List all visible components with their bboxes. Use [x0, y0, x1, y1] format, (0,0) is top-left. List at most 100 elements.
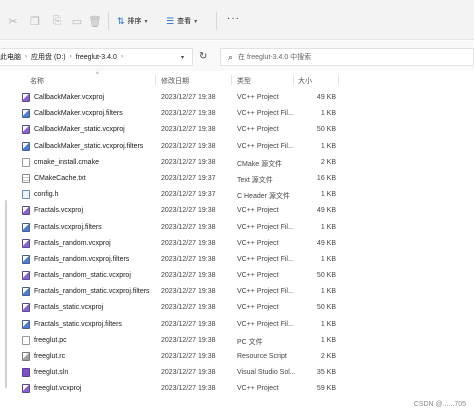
file-row[interactable]: Fractals.vcxproj.filters 2023/12/27 19:38…	[0, 220, 474, 236]
file-name: freeglut.vcxproj	[34, 385, 82, 393]
filters-file-icon	[22, 254, 30, 264]
file-type: CMake 源文件	[237, 160, 283, 168]
file-date: 2023/12/27 19:38	[161, 239, 216, 247]
search-input[interactable]: 在 freeglut-3.4.0 中搜索	[238, 52, 311, 62]
file-name: CallbackMaker.vcxproj.filters	[34, 110, 123, 118]
file-date: 2023/12/27 19:38	[161, 369, 216, 377]
file-date: 2023/12/27 19:38	[161, 304, 216, 312]
file-date: 2023/12/27 19:37	[161, 174, 216, 182]
file-row[interactable]: config.h 2023/12/27 19:37 C Header 源文件 1 KB	[0, 187, 474, 203]
file-name: freeglut.sln	[34, 369, 69, 377]
toolbar-divider	[216, 12, 217, 30]
file-row[interactable]: Fractals_static.vcxproj.filters 2023/12/2…	[0, 317, 474, 333]
file-row[interactable]: freeglut.pc 2023/12/27 19:38 PC 文件 1 KB	[0, 333, 474, 349]
column-divider[interactable]	[338, 75, 339, 85]
watermark-text: CSDN @......705	[413, 401, 466, 408]
column-header-type[interactable]: 类型	[237, 76, 251, 86]
file-size: 1 KB	[320, 255, 336, 263]
paste-icon[interactable]: ⎘	[50, 14, 64, 28]
breadcrumb-item-this-pc[interactable]: 此电脑	[0, 52, 21, 62]
delete-icon[interactable]: 🗑	[88, 14, 102, 28]
cut-icon[interactable]: ✂	[6, 14, 20, 28]
file-type: PC 文件	[237, 338, 263, 346]
file-size: 49 KB	[316, 94, 336, 101]
column-divider[interactable]	[293, 75, 294, 85]
view-button[interactable]: ☰ 查看 ▾	[166, 13, 197, 29]
file-row[interactable]: CallbackMaker.vcxproj.filters 2023/12/27 …	[0, 106, 474, 122]
file-row[interactable]: Fractals_random.vcxproj.filters 2023/12/2…	[0, 252, 474, 268]
sort-button[interactable]: ⇅ 排序 ▾	[117, 13, 148, 29]
file-size: 35 KB	[316, 369, 336, 377]
file-row[interactable]: Fractals.vcxproj 2023/12/27 19:38 VC++ Pro…	[0, 203, 474, 219]
resource-script-icon	[22, 352, 30, 361]
view-icon: ☰	[166, 15, 175, 26]
file-type: Resource Script	[237, 353, 287, 360]
file-type: VC++ Project Fil...	[237, 223, 294, 231]
file-row[interactable]: Fractals_random_static.vcxproj 2023/12/27…	[0, 268, 474, 284]
chevron-right-icon: ›	[120, 54, 123, 60]
file-name: CallbackMaker_static.vcxproj	[34, 126, 125, 134]
column-header-name[interactable]: 名称	[30, 76, 44, 86]
file-type: VC++ Project	[237, 239, 279, 247]
column-divider[interactable]	[155, 75, 156, 85]
copy-icon[interactable]: ❐	[28, 14, 42, 28]
file-type: VC++ Project	[237, 385, 279, 393]
file-size: 50 KB	[316, 126, 336, 134]
file-date: 2023/12/27 19:38	[161, 158, 216, 166]
file-row[interactable]: Fractals_random_static.vcxproj.filters 20…	[0, 284, 474, 300]
file-type: VC++ Project Fil...	[237, 142, 294, 150]
sort-label: 排序	[127, 18, 142, 25]
file-date: 2023/12/27 19:38	[161, 142, 216, 150]
file-row[interactable]: CMakeCache.txt 2023/12/27 19:37 Text 源文件 16…	[0, 171, 474, 187]
column-header-row: ^ 名称 修改日期 类型 大小	[0, 72, 474, 88]
file-date: 2023/12/27 19:38	[161, 207, 216, 215]
file-type: VC++ Project Fil...	[237, 255, 294, 263]
file-size: 1 KB	[320, 191, 336, 199]
search-box[interactable]: ⌕ 在 freeglut-3.4.0 中搜索	[220, 48, 474, 66]
file-date: 2023/12/27 19:38	[161, 336, 216, 344]
view-label: 查看	[177, 18, 192, 25]
navigation-pane-scrollbar[interactable]	[5, 200, 7, 388]
file-type: Text 源文件	[237, 176, 273, 184]
rename-icon[interactable]: ▭	[70, 14, 84, 28]
more-options-button[interactable]: ···	[227, 13, 240, 24]
pc-file-icon	[22, 335, 30, 345]
file-row[interactable]: freeglut.rc 2023/12/27 19:38 Resource Scri…	[0, 349, 474, 365]
column-divider[interactable]	[231, 75, 232, 85]
file-row[interactable]: Fractals_static.vcxproj 2023/12/27 19:38 V…	[0, 300, 474, 316]
file-row[interactable]: freeglut.vcxproj 2023/12/27 19:38 VC++ Pro…	[0, 381, 474, 397]
toolbar-divider	[108, 12, 109, 30]
file-type: VC++ Project	[237, 94, 279, 101]
breadcrumb-item-drive[interactable]: 应用盘 (D:)	[31, 52, 66, 62]
file-row[interactable]: CallbackMaker.vcxproj 2023/12/27 19:38 VC+…	[0, 90, 474, 106]
file-name: CallbackMaker_static.vcxproj.filters	[34, 142, 144, 150]
file-name: Fractals.vcxproj	[34, 207, 84, 215]
file-name: freeglut.rc	[34, 353, 66, 360]
file-row[interactable]: CallbackMaker_static.vcxproj 2023/12/27 1…	[0, 122, 474, 138]
column-header-size[interactable]: 大小	[298, 76, 312, 86]
file-size: 1 KB	[320, 110, 336, 118]
file-size: 1 KB	[320, 288, 336, 296]
file-row[interactable]: cmake_install.cmake 2023/12/27 19:38 CMake…	[0, 155, 474, 171]
file-size: 1 KB	[320, 142, 336, 150]
file-type: Visual Studio Sol...	[237, 369, 296, 377]
breadcrumb-item-folder[interactable]: freeglut-3.4.0	[76, 54, 117, 61]
file-row[interactable]: Fractals_random.vcxproj 2023/12/27 19:38 V…	[0, 236, 474, 252]
filters-file-icon	[22, 287, 30, 297]
vcxproj-file-icon	[22, 303, 30, 313]
file-type: C Header 源文件	[237, 193, 290, 201]
file-date: 2023/12/27 19:38	[161, 385, 216, 393]
file-row[interactable]: CallbackMaker_static.vcxproj.filters 2023…	[0, 139, 474, 155]
file-name: Fractals_random.vcxproj.filters	[34, 255, 130, 263]
column-header-date[interactable]: 修改日期	[161, 76, 189, 86]
file-type: VC++ Project	[237, 126, 279, 134]
file-name: freeglut.pc	[34, 336, 67, 344]
cmake-file-icon	[22, 157, 30, 167]
breadcrumb[interactable]: 此电脑 › 应用盘 (D:) › freeglut-3.4.0 ›	[0, 48, 193, 66]
file-row[interactable]: freeglut.sln 2023/12/27 19:38 Visual Studi…	[0, 365, 474, 381]
refresh-icon[interactable]: ↻	[199, 51, 207, 62]
file-name: CMakeCache.txt	[34, 174, 86, 182]
address-dropdown-icon[interactable]: ▾	[181, 54, 184, 61]
file-date: 2023/12/27 19:38	[161, 288, 216, 296]
file-size: 50 KB	[316, 272, 336, 280]
